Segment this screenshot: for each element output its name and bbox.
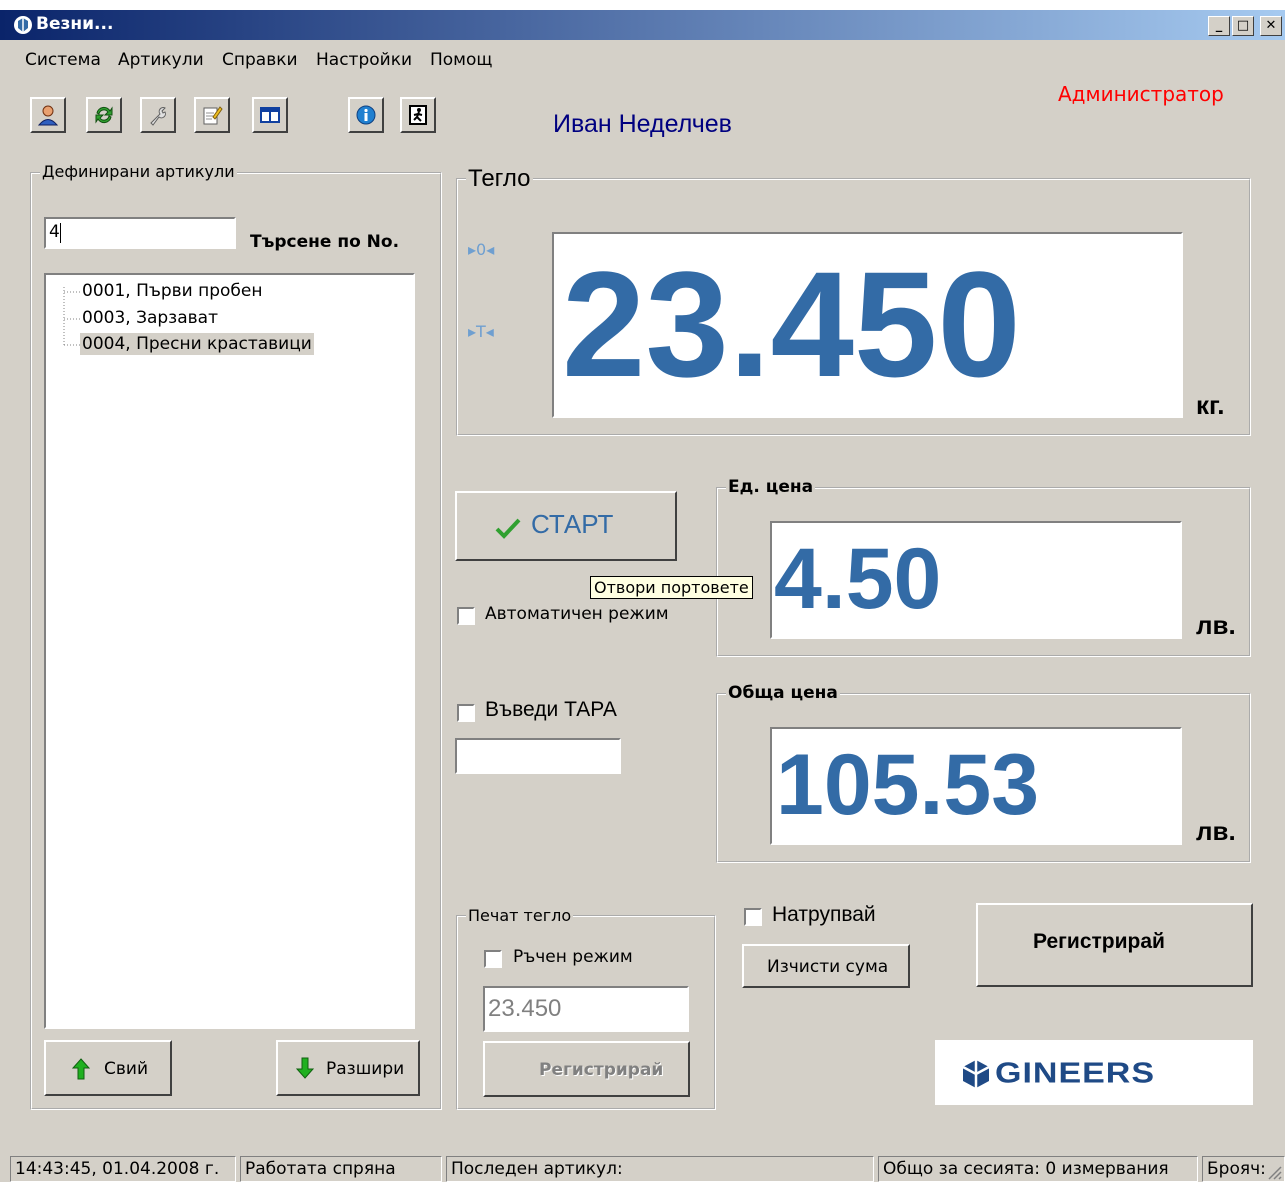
accumulate-label: Натрупвай (772, 903, 876, 926)
notepad-edit-icon (203, 106, 223, 125)
user-name: Иван Неделчев (553, 110, 732, 138)
user-role: Администратор (1058, 82, 1224, 106)
weight-legend: Тегло (466, 165, 533, 193)
maximize-button[interactable]: □ (1232, 16, 1254, 36)
unit-price-display: 4.50 (770, 521, 1182, 639)
tare-checkbox[interactable] (457, 704, 475, 722)
print-weight-legend: Печат тегло (466, 906, 574, 925)
window-icon (260, 107, 280, 123)
minimize-button[interactable]: _ (1208, 16, 1230, 36)
resize-grip-icon[interactable] (1266, 1164, 1282, 1180)
user-icon (37, 105, 59, 126)
status-session: Общо за сесията: 0 измервания (878, 1156, 1198, 1182)
auto-mode-label: Автоматичен режим (485, 604, 669, 624)
unit-price-unit: лв. (1196, 610, 1236, 640)
arrow-down-icon (296, 1057, 314, 1079)
articles-tree[interactable]: 0001, Първи пробен 0003, Зарзават 0004, … (44, 273, 415, 1029)
search-label: Търсене по No. (250, 232, 400, 252)
status-last-article: Последен артикул: (446, 1156, 874, 1182)
app-logo-icon (14, 16, 32, 34)
tree-item[interactable]: 0001, Първи пробен (82, 281, 263, 301)
close-button[interactable]: ✕ (1260, 16, 1282, 36)
start-button[interactable]: СТАРТ (455, 491, 677, 561)
tree-item-selected[interactable]: 0004, Пресни краставици (80, 333, 314, 355)
collapse-button[interactable]: Свий (44, 1040, 172, 1096)
total-price-legend: Обща цена (726, 683, 840, 703)
refresh-icon (95, 106, 113, 124)
tools-button[interactable] (140, 97, 176, 133)
total-price-value: 105.53 (776, 737, 1040, 833)
gineers-logo: GINEERS (935, 1040, 1253, 1105)
status-state: Работата спряна (240, 1156, 442, 1182)
title-bar[interactable]: Везни... _ □ ✕ (0, 10, 1285, 40)
user-button[interactable] (30, 97, 66, 133)
unit-price-value: 4.50 (774, 531, 942, 627)
arrow-up-icon (72, 1058, 90, 1080)
expand-button[interactable]: Разшири (276, 1040, 420, 1096)
total-price-display: 105.53 (770, 727, 1182, 845)
exit-button[interactable] (400, 97, 436, 133)
zero-indicator: ▸0◂ (468, 240, 495, 259)
articles-legend: Дефинирани артикули (40, 162, 237, 181)
checkmark-icon (495, 518, 521, 539)
edit-button[interactable] (194, 97, 230, 133)
info-button[interactable] (348, 97, 384, 133)
app-window: Везни... _ □ ✕ Система Артикули Справки … (0, 10, 1285, 1182)
menu-help[interactable]: Помощ (430, 50, 492, 70)
menu-settings[interactable]: Настройки (316, 50, 412, 70)
unit-price-legend: Ед. цена (726, 477, 816, 497)
total-price-unit: лв. (1196, 816, 1236, 846)
wrench-icon (150, 107, 166, 126)
tare-indicator: ▸T◂ (468, 322, 494, 341)
manual-mode-checkbox[interactable] (484, 950, 502, 968)
exit-door-icon (409, 105, 427, 125)
article-search-input[interactable]: 4 (44, 217, 236, 249)
tree-item[interactable]: 0003, Зарзават (82, 308, 218, 328)
logo-text: GINEERS (995, 1056, 1156, 1090)
menu-system[interactable]: Система (25, 50, 101, 70)
menu-reports[interactable]: Справки (222, 50, 298, 70)
menu-articles[interactable]: Артикули (118, 50, 204, 70)
weight-display: 23.450 (552, 232, 1183, 418)
clear-sum-button[interactable]: Изчисти сума (742, 944, 910, 988)
weight-value: 23.450 (562, 240, 1021, 408)
gineers-logo-icon (962, 1060, 990, 1088)
weight-unit: кг. (1196, 390, 1225, 420)
refresh-button[interactable] (86, 97, 122, 133)
text-caret (60, 223, 61, 243)
tree-lines (63, 287, 80, 346)
tooltip: Отвори портовете (590, 576, 753, 599)
window-button[interactable] (252, 97, 288, 133)
status-datetime: 14:43:45, 01.04.2008 г. (10, 1156, 236, 1182)
tare-input[interactable] (455, 738, 621, 774)
auto-mode-checkbox[interactable] (457, 607, 475, 625)
register-button[interactable]: Регистрирай (976, 903, 1253, 987)
window-title: Везни... (36, 14, 114, 34)
manual-mode-label: Ръчен режим (513, 947, 633, 967)
tare-label: Въведи ТАРА (485, 698, 617, 721)
print-register-button[interactable]: Регистрирай (483, 1041, 690, 1097)
accumulate-checkbox[interactable] (744, 908, 762, 926)
print-weight-input[interactable]: 23.450 (483, 986, 689, 1032)
info-icon (356, 105, 376, 125)
